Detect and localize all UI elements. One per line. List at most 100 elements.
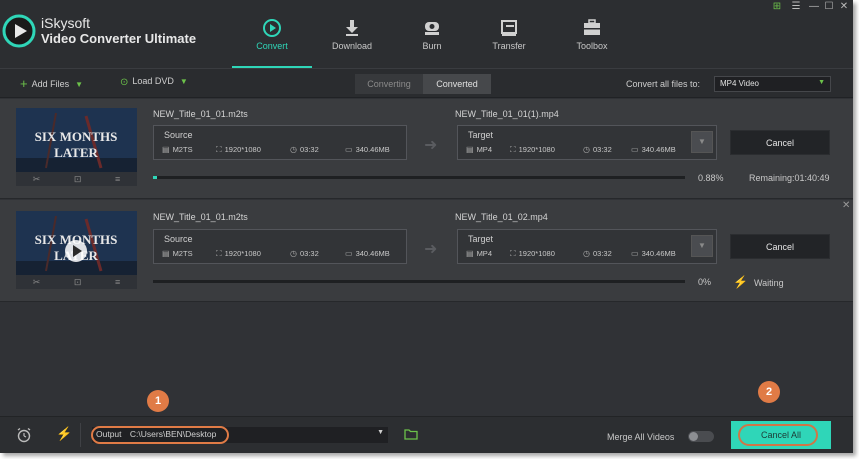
transfer-icon xyxy=(501,20,517,36)
crop-icon[interactable]: ⊡ xyxy=(74,277,82,288)
cancel-button[interactable]: Cancel xyxy=(730,234,830,259)
resolution-icon: ⛶ xyxy=(510,145,516,154)
target-title: Target xyxy=(468,130,494,140)
source-duration: ◷ 03:32 xyxy=(290,145,319,154)
target-info-box[interactable]: Target ▤ MP4 ⛶ 1920*1080 ◷ 03:32 ▭ 340.46MB … xyxy=(457,229,717,264)
nav-toolbox[interactable]: Toolbox xyxy=(552,12,632,68)
clock-icon: ◷ xyxy=(583,145,590,154)
source-info-box: Source ▤ M2TS ⛶ 1920*1080 ◷ 03:32 ▭ 340.46MB xyxy=(153,229,407,264)
task-row: SIX MONTHS LATER ✂ ⊡ ≡ NEW_Title_01_01.m… xyxy=(0,99,853,199)
app-logo-icon xyxy=(2,14,36,48)
source-info-box: Source ▤ M2TS ⛶ 1920*1080 ◷ 03:32 ▭ 340.46MB xyxy=(153,125,407,160)
high-speed-icon[interactable]: ⚡ xyxy=(56,426,72,442)
nav-toolbox-label: Toolbox xyxy=(576,41,608,51)
remove-task-icon[interactable]: ✕ xyxy=(842,200,850,211)
source-format: ▤ M2TS xyxy=(162,145,193,154)
thumbnail-tools: ✂ ⊡ ≡ xyxy=(16,275,137,289)
task-row: ✕ SIX MONTHS LATER ✂ ⊡ ≡ NEW_Title_01_01… xyxy=(0,200,853,302)
target-filename: NEW_Title_01_02.mp4 xyxy=(455,212,548,222)
task-status-text: Waiting xyxy=(753,278,784,288)
video-thumbnail[interactable]: SIX MONTHS LATER ✂ ⊡ ≡ xyxy=(16,211,137,289)
output-format-select[interactable]: MP4 Video ▼ xyxy=(714,76,831,92)
divider xyxy=(80,423,81,447)
output-highlight-ring xyxy=(91,426,229,444)
brand-name: iSkysoft xyxy=(41,15,91,31)
cancel-button[interactable]: Cancel xyxy=(730,130,830,155)
nav-burn[interactable]: Burn xyxy=(392,12,472,68)
load-dvd-button[interactable]: ⊙ Load DVD ▼ xyxy=(120,76,188,92)
target-settings-dropdown[interactable]: ▼ xyxy=(691,131,713,153)
tab-converting[interactable]: Converting xyxy=(355,74,423,94)
folder-icon: ▭ xyxy=(631,249,639,258)
film-icon: ▤ xyxy=(162,145,170,154)
remaining-time: Remaining:01:40:49 xyxy=(749,173,830,183)
clock-icon: ◷ xyxy=(290,249,297,258)
resolution-icon: ⛶ xyxy=(216,145,222,154)
target-resolution: ⛶ 1920*1080 xyxy=(510,249,555,258)
crop-icon[interactable]: ⊡ xyxy=(74,174,82,185)
load-dvd-label: Load DVD xyxy=(132,76,174,86)
folder-icon: ▭ xyxy=(345,249,353,258)
source-title: Source xyxy=(164,130,193,140)
task-status: ⚡ Waiting xyxy=(733,275,784,289)
gift-icon[interactable]: ⊞ xyxy=(771,1,783,13)
video-thumbnail[interactable]: SIX MONTHS LATER ✂ ⊡ ≡ xyxy=(16,108,137,186)
source-filename: NEW_Title_01_01.m2ts xyxy=(153,109,248,119)
merge-toggle[interactable] xyxy=(688,431,714,442)
progress-fill xyxy=(153,176,157,179)
tab-converted[interactable]: Converted xyxy=(423,74,491,94)
dvd-icon: ⊙ xyxy=(120,77,129,88)
open-folder-icon[interactable] xyxy=(404,428,418,440)
effects-icon[interactable]: ≡ xyxy=(115,174,120,184)
maximize-icon[interactable]: ☐ xyxy=(823,1,835,13)
toolbar: + Add Files ▼ ⊙ Load DVD ▼ Converting Conver… xyxy=(0,68,853,98)
toggle-knob xyxy=(689,432,698,441)
chevron-down-icon: ▼ xyxy=(377,429,384,436)
arrow-right-icon: ➜ xyxy=(424,137,438,154)
thumbnail-text-line2: LATER xyxy=(54,145,98,160)
source-size: ▭ 340.46MB xyxy=(345,249,390,258)
close-window-icon[interactable]: ✕ xyxy=(838,1,850,13)
step-badge-1: 1 xyxy=(147,390,169,412)
thumbnail-tools: ✂ ⊡ ≡ xyxy=(16,172,137,186)
minimize-icon[interactable]: — xyxy=(808,1,820,13)
source-size: ▭ 340.46MB xyxy=(345,145,390,154)
menu-icon[interactable]: ☰ xyxy=(790,1,802,13)
chevron-down-icon[interactable]: ▼ xyxy=(75,80,83,89)
download-icon xyxy=(346,20,358,36)
film-icon: ▤ xyxy=(162,249,170,258)
source-format: ▤ M2TS xyxy=(162,249,193,258)
convert-icon xyxy=(263,19,281,37)
convert-all-label: Convert all files to: xyxy=(626,79,701,89)
product-name: Video Converter Ultimate xyxy=(41,31,197,46)
add-icon: + xyxy=(20,76,28,91)
lightning-icon: ⚡ xyxy=(733,275,748,289)
nav-transfer-label: Transfer xyxy=(492,41,526,51)
arrow-right-icon: ➜ xyxy=(424,241,438,258)
chevron-down-icon[interactable]: ▼ xyxy=(180,77,188,86)
resolution-icon: ⛶ xyxy=(510,249,516,258)
nav-download[interactable]: Download xyxy=(312,12,392,68)
target-format: ▤ MP4 xyxy=(466,249,492,258)
source-resolution: ⛶ 1920*1080 xyxy=(216,145,261,154)
cut-icon[interactable]: ✂ xyxy=(33,174,41,185)
add-files-label: Add Files xyxy=(31,79,70,89)
progress-bar xyxy=(153,176,685,179)
film-icon: ▤ xyxy=(466,145,474,154)
folder-icon: ▭ xyxy=(631,145,639,154)
nav-transfer[interactable]: Transfer xyxy=(469,12,549,68)
nav-convert[interactable]: Convert xyxy=(232,12,312,68)
target-settings-dropdown[interactable]: ▼ xyxy=(691,235,713,257)
source-filename: NEW_Title_01_01.m2ts xyxy=(153,212,248,222)
effects-icon[interactable]: ≡ xyxy=(115,277,120,287)
cut-icon[interactable]: ✂ xyxy=(33,277,41,288)
film-icon: ▤ xyxy=(466,249,474,258)
target-format: ▤ MP4 xyxy=(466,145,492,154)
target-info-box[interactable]: Target ▤ MP4 ⛶ 1920*1080 ◷ 03:32 ▭ 340.46MB … xyxy=(457,125,717,160)
alarm-clock-icon[interactable] xyxy=(16,427,32,443)
nav-burn-label: Burn xyxy=(422,41,442,51)
target-title: Target xyxy=(468,234,494,244)
top-bar: iSkysoft Video Converter Ultimate Conver… xyxy=(0,0,853,68)
bottom-bar: ⚡ Output C:\Users\BEN\Desktop ▼ Merge Al… xyxy=(0,416,853,453)
add-files-button[interactable]: + Add Files ▼ xyxy=(20,76,83,92)
